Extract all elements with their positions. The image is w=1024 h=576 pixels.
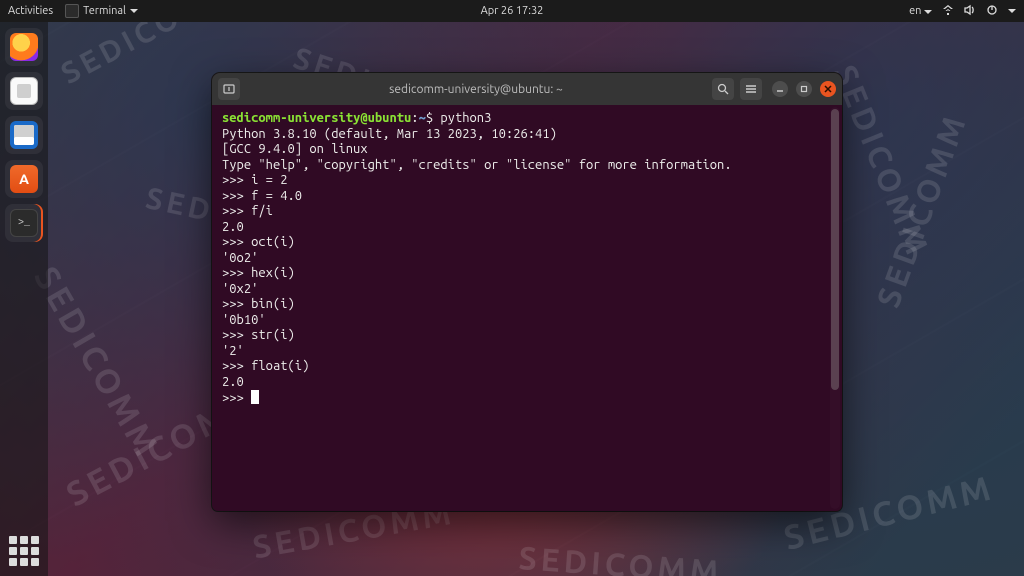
scrollbar-thumb[interactable] bbox=[831, 109, 839, 390]
window-titlebar[interactable]: sedicomm-university@ubuntu: ~ bbox=[212, 73, 842, 105]
dock-item-writer[interactable] bbox=[5, 116, 43, 154]
maximize-icon bbox=[800, 85, 808, 93]
terminal-icon bbox=[65, 4, 79, 18]
typed-command: python3 bbox=[440, 111, 491, 125]
clock[interactable]: Apr 26 17:32 bbox=[481, 5, 544, 17]
search-icon bbox=[716, 82, 730, 96]
close-button[interactable] bbox=[820, 81, 836, 97]
window-title: sedicomm-university@ubuntu: ~ bbox=[246, 83, 706, 96]
gnome-topbar: Activities Terminal Apr 26 17:32 en bbox=[0, 0, 1024, 22]
maximize-button[interactable] bbox=[796, 81, 812, 97]
python-banner-1: Python 3.8.10 (default, Mar 13 2023, 10:… bbox=[222, 127, 557, 141]
firefox-icon bbox=[10, 33, 38, 61]
dock-item-software[interactable] bbox=[5, 160, 43, 198]
writer-icon bbox=[10, 121, 38, 149]
terminal-window: sedicomm-university@ubuntu: ~ sedicomm-u… bbox=[212, 73, 842, 511]
terminal-viewport[interactable]: sedicomm-university@ubuntu:~$ python3 Py… bbox=[212, 105, 842, 511]
app-menu-label: Terminal bbox=[83, 5, 126, 17]
chevron-down-icon bbox=[130, 9, 138, 13]
volume-icon[interactable] bbox=[964, 4, 976, 19]
close-icon bbox=[824, 85, 832, 93]
power-icon[interactable] bbox=[986, 4, 998, 19]
python-banner-2: [GCC 9.4.0] on linux bbox=[222, 142, 368, 156]
search-button[interactable] bbox=[712, 78, 734, 100]
new-tab-icon bbox=[222, 82, 236, 96]
system-menu-chevron-icon[interactable] bbox=[1008, 9, 1016, 13]
terminal-scrollbar[interactable] bbox=[830, 107, 840, 509]
prompt-userhost: sedicomm-university@ubuntu bbox=[222, 111, 411, 125]
dock-item-files[interactable] bbox=[5, 72, 43, 110]
show-applications-button[interactable] bbox=[9, 536, 39, 566]
hamburger-icon bbox=[744, 82, 758, 96]
minimize-button[interactable] bbox=[772, 81, 788, 97]
dock-item-firefox[interactable] bbox=[5, 28, 43, 66]
activities-button[interactable]: Activities bbox=[8, 5, 53, 17]
prompt-path: ~ bbox=[419, 111, 426, 125]
dock-item-terminal[interactable] bbox=[5, 204, 43, 242]
software-icon bbox=[10, 165, 38, 193]
terminal-icon bbox=[10, 209, 38, 237]
launcher-dock bbox=[0, 22, 48, 576]
minimize-icon bbox=[776, 85, 784, 93]
network-icon[interactable] bbox=[942, 4, 954, 19]
app-menu[interactable]: Terminal bbox=[65, 4, 138, 18]
python-banner-3: Type "help", "copyright", "credits" or "… bbox=[222, 158, 732, 172]
text-cursor bbox=[251, 390, 259, 404]
files-icon bbox=[10, 77, 38, 105]
hamburger-menu-button[interactable] bbox=[740, 78, 762, 100]
new-tab-button[interactable] bbox=[218, 78, 240, 100]
language-indicator[interactable]: en bbox=[909, 5, 932, 17]
